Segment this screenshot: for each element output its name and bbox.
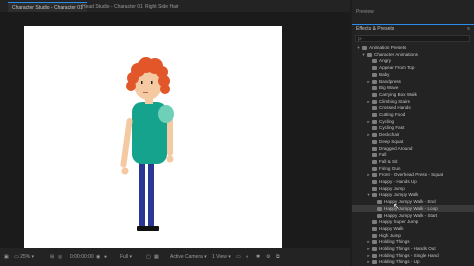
folder-icon bbox=[372, 220, 377, 225]
left-leg bbox=[139, 158, 145, 228]
folder-icon bbox=[372, 186, 377, 191]
folder-icon bbox=[372, 66, 377, 71]
folder-icon bbox=[362, 46, 367, 50]
preset-file-icon bbox=[377, 213, 382, 218]
preset-file-icon bbox=[377, 200, 382, 205]
right-panel: Preview Effects & Presets ≡ ρ- ▾ Animatio… bbox=[352, 0, 474, 266]
folder-icon bbox=[372, 260, 377, 265]
folder-icon bbox=[372, 139, 377, 144]
tab-head-studio[interactable]: Head Studio - Character 01 bbox=[78, 2, 147, 12]
effects-presets-header[interactable]: Effects & Presets ≡ bbox=[352, 24, 474, 32]
folder-icon bbox=[372, 240, 377, 245]
front-arm bbox=[120, 117, 133, 168]
mouse-cursor-icon: ↖ bbox=[393, 202, 400, 211]
preset-item[interactable]: ▸ Holding Things - Up bbox=[352, 258, 474, 265]
flowchart-icon[interactable]: ⧉ bbox=[276, 254, 280, 260]
tab-right-side-hair[interactable]: Right Side Hair bbox=[141, 2, 183, 12]
folder-icon bbox=[372, 92, 377, 97]
toggle-pixel-icon[interactable]: ▭ bbox=[236, 254, 241, 260]
folder-icon bbox=[372, 99, 377, 104]
composition-viewer[interactable] bbox=[0, 12, 350, 259]
folder-icon bbox=[372, 119, 377, 124]
folder-icon bbox=[372, 193, 377, 198]
views-value: 1 View bbox=[212, 254, 227, 260]
folder-icon bbox=[372, 113, 377, 117]
folder-icon bbox=[372, 79, 377, 84]
folder-icon bbox=[372, 247, 377, 251]
resolution-value: Full bbox=[120, 254, 129, 260]
folder-icon bbox=[372, 106, 377, 111]
tab-label: Right Side Hair bbox=[145, 4, 179, 10]
snapshot-icon[interactable]: ◉ bbox=[96, 254, 100, 260]
folder-icon bbox=[372, 180, 377, 184]
right-shoe bbox=[145, 226, 159, 231]
character-illustration bbox=[120, 57, 174, 231]
folder-icon bbox=[372, 226, 377, 231]
preset-file-icon bbox=[377, 206, 382, 211]
camera-dropdown[interactable]: Active Camera ▾ bbox=[170, 254, 207, 260]
composition-tab-bar: Character Studio - Character 01 Head Stu… bbox=[0, 0, 350, 13]
sleeve bbox=[158, 105, 174, 123]
folder-icon bbox=[367, 52, 372, 57]
tab-label: Head Studio - Character 01 bbox=[82, 4, 143, 10]
folder-icon bbox=[372, 233, 377, 238]
camera-value: Active Camera bbox=[170, 254, 203, 260]
panel-menu-icon[interactable]: ≡ bbox=[467, 25, 470, 33]
chevron-right-icon[interactable]: ▸ bbox=[366, 258, 371, 265]
folder-icon bbox=[372, 166, 377, 171]
show-snapshot-icon[interactable]: ● bbox=[104, 254, 107, 260]
folder-icon bbox=[372, 59, 377, 64]
folder-icon bbox=[372, 126, 377, 131]
zoom-dropdown[interactable]: ▭ 25% ▾ bbox=[14, 254, 34, 260]
viewer-status-bar: ▣ ▭ 25% ▾ ⊞ ◎ 0:00:00:00 ◉ ● Full ▾ ▢ ▦ … bbox=[0, 248, 350, 266]
region-icon[interactable]: ▢ bbox=[146, 254, 151, 260]
toggle-icon[interactable]: ▣ bbox=[4, 254, 9, 260]
preview-panel-title[interactable]: Preview bbox=[356, 9, 374, 15]
folder-icon bbox=[372, 159, 377, 164]
folder-icon bbox=[372, 146, 377, 151]
folder-icon bbox=[372, 72, 377, 77]
right-leg bbox=[148, 158, 154, 228]
timecode[interactable]: 0:00:00:00 bbox=[70, 254, 94, 260]
resolution-dropdown[interactable]: Full ▾ bbox=[120, 254, 132, 260]
effects-search-input[interactable]: ρ- bbox=[355, 35, 470, 42]
zoom-value: 25% bbox=[20, 254, 31, 260]
exposure-icon[interactable]: ✱ bbox=[256, 254, 260, 260]
transparency-grid-icon[interactable]: ▦ bbox=[154, 254, 159, 260]
folder-icon bbox=[372, 253, 377, 258]
grid-icon[interactable]: ⊞ bbox=[50, 254, 54, 260]
safe-zone-icon[interactable]: ◎ bbox=[58, 254, 62, 260]
effects-presets-title: Effects & Presets bbox=[356, 26, 395, 32]
folder-icon bbox=[372, 153, 377, 158]
reset-exposure-icon[interactable]: ◐ bbox=[246, 254, 249, 260]
folder-icon bbox=[372, 133, 377, 138]
back-hand bbox=[166, 155, 174, 163]
tree-item-label: Holding Things - Up bbox=[379, 259, 420, 265]
fast-preview-icon[interactable]: ⚙ bbox=[266, 254, 270, 260]
tab-label: Character Studio - Character 01 bbox=[12, 5, 83, 11]
folder-icon bbox=[372, 173, 377, 178]
left-eye bbox=[141, 81, 143, 84]
view-layout-dropdown[interactable]: 1 View ▾ bbox=[212, 254, 231, 260]
composition-canvas[interactable] bbox=[24, 26, 282, 259]
right-eye bbox=[151, 81, 153, 84]
folder-icon bbox=[372, 86, 377, 91]
front-hand bbox=[121, 167, 129, 175]
mouth bbox=[143, 92, 148, 93]
